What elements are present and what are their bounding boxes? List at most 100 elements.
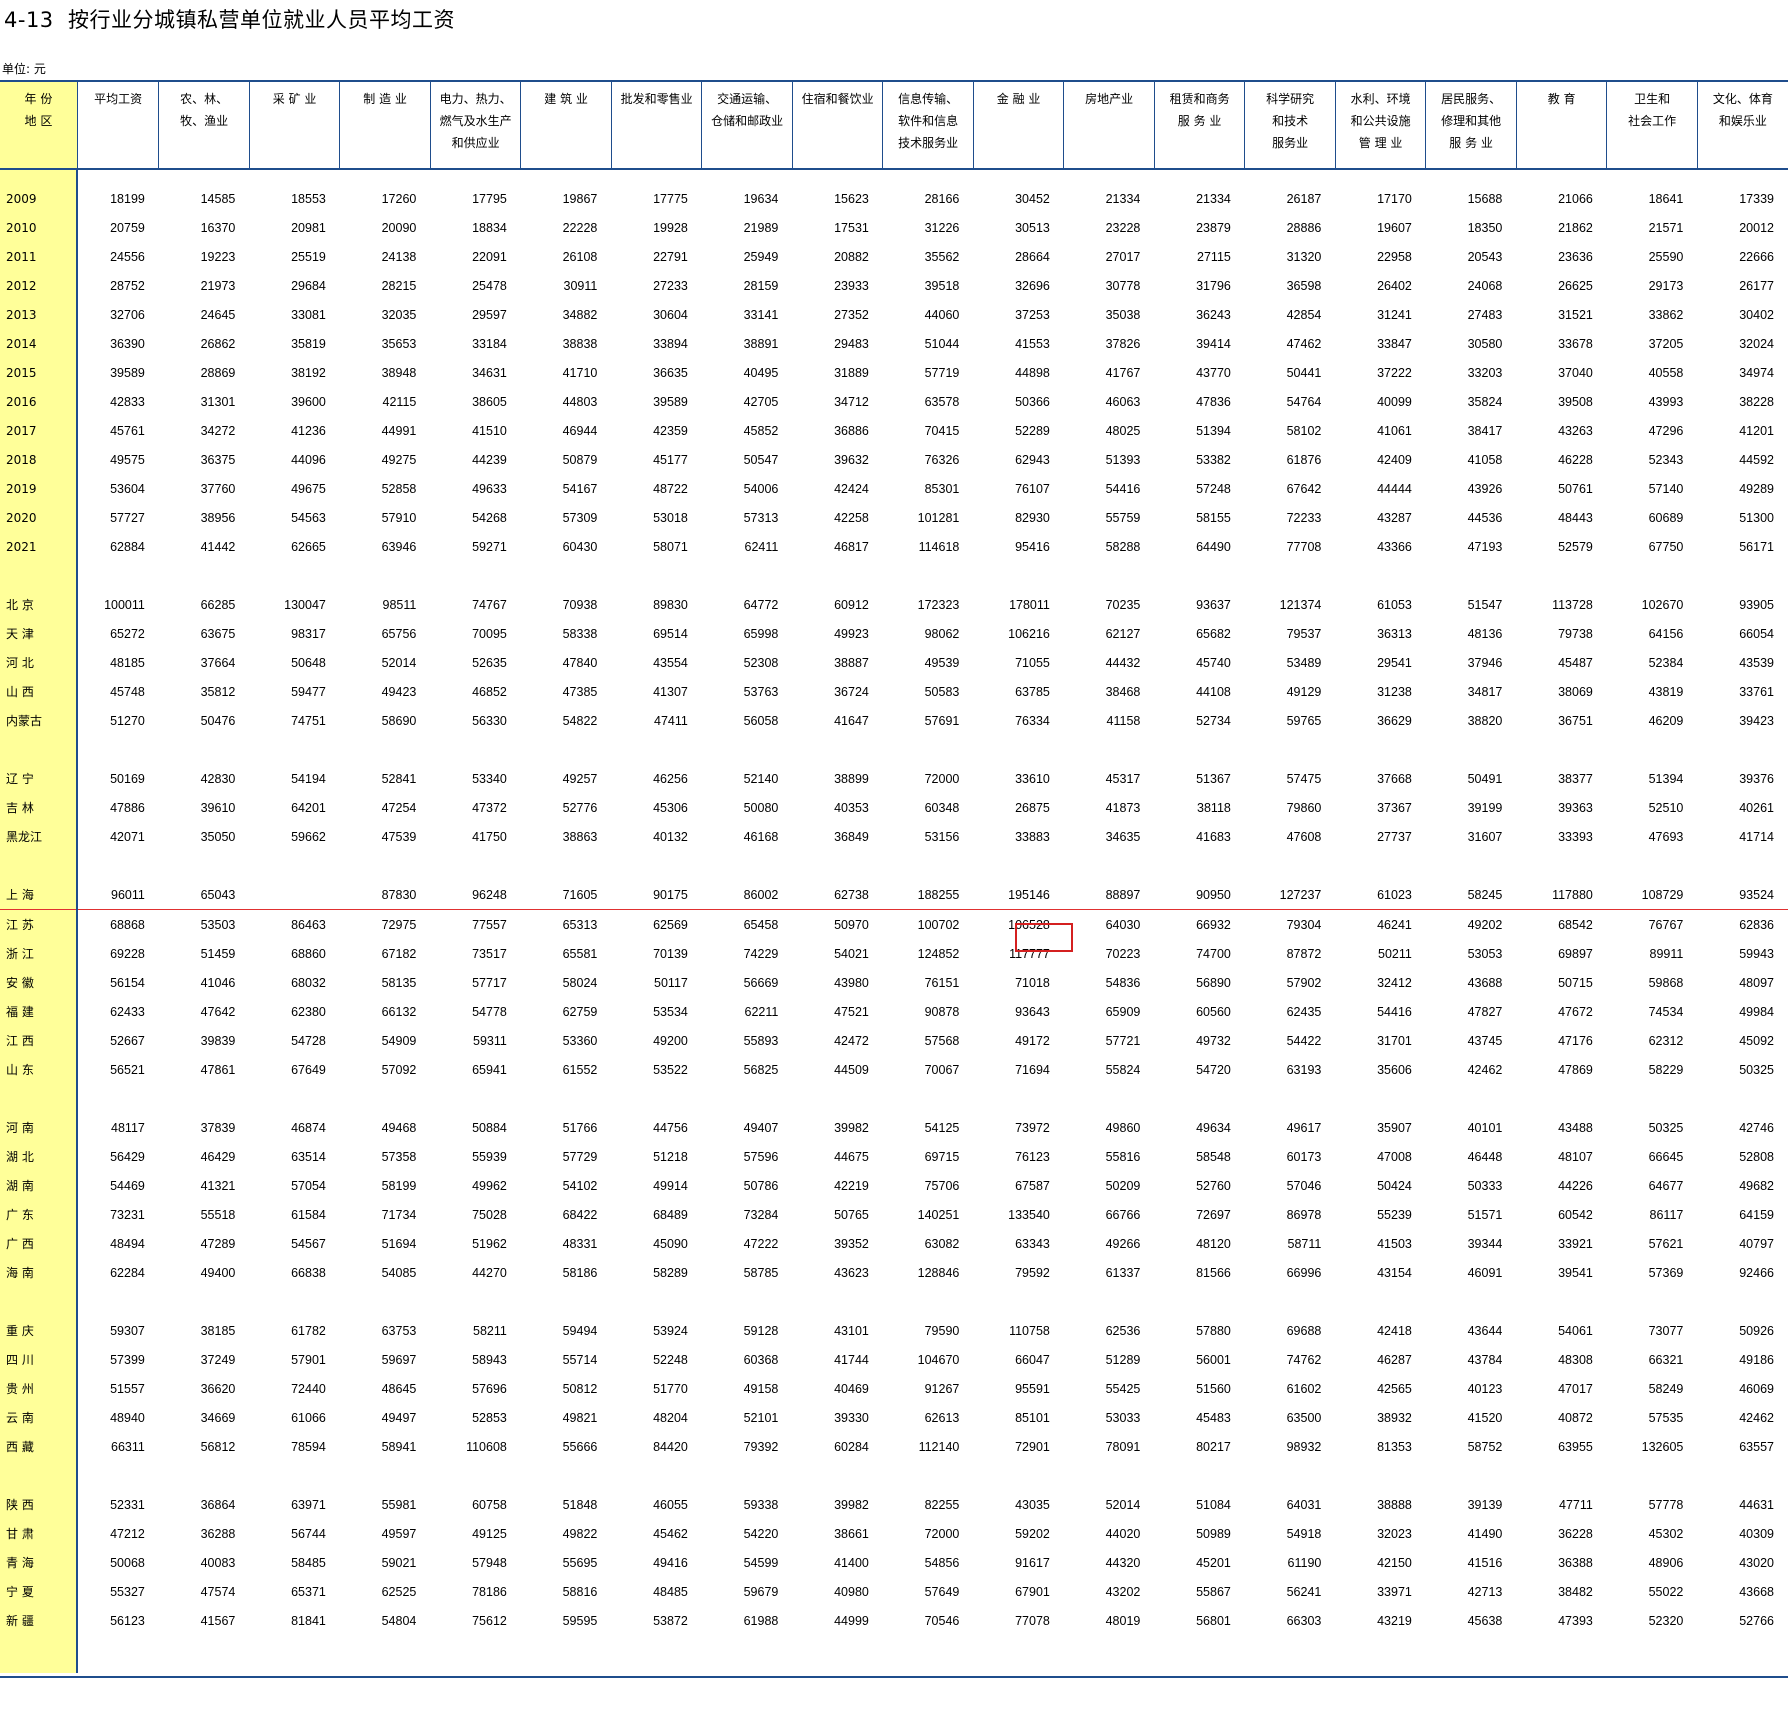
col-header-17: 教 育 — [1515, 80, 1607, 170]
table-cell: 22791 — [653, 249, 688, 264]
spacer-row — [0, 1084, 1788, 1113]
table-row: 陕 西 52331 36864 63971 55981 60758 51848 46055 59… — [0, 1490, 1788, 1519]
table-cell: 22666 — [1739, 249, 1774, 264]
spacer-cell — [0, 169, 79, 184]
table-cell: 52331 — [110, 1497, 145, 1512]
table-cell: 19867 — [562, 191, 598, 206]
table-cell: 41321 — [200, 1178, 236, 1193]
spacer-cell — [1426, 851, 1517, 880]
table-cell: 41236 — [291, 423, 326, 438]
table-cell: 48136 — [1467, 626, 1503, 641]
table-cell: 44444 — [1377, 481, 1412, 496]
table-cell: 47462 — [1286, 336, 1322, 351]
table-cell: 47289 — [200, 1236, 236, 1251]
table-row: 江 苏 68868 53503 86463 72975 77557 65313 62569 65… — [0, 909, 1788, 939]
table-cell: 51084 — [1196, 1497, 1231, 1512]
table-cell: 17170 — [1377, 191, 1412, 206]
col-header-8: 交通运输、 仓储和邮政业 — [701, 80, 793, 170]
spacer-cell — [1516, 169, 1607, 184]
table-cell: 46817 — [834, 539, 869, 554]
table-cell: 40101 — [1467, 1120, 1503, 1135]
table-cell: 66766 — [1105, 1207, 1141, 1222]
col-header-line: 农、林、 — [180, 92, 229, 106]
table-cell: 39982 — [834, 1120, 869, 1135]
table-title: 按行业分城镇私营单位就业人员平均工资 — [68, 8, 455, 32]
table-cell: 50068 — [110, 1555, 145, 1570]
table-cell: 34635 — [1105, 829, 1141, 844]
table-cell: 50325 — [1739, 1062, 1774, 1077]
table-cell: 59128 — [743, 1323, 779, 1338]
table-cell: 48120 — [1196, 1236, 1231, 1251]
table-cell: 50970 — [834, 917, 869, 932]
table-cell: 61337 — [1105, 1265, 1141, 1280]
table-cell: 38377 — [1558, 771, 1593, 786]
spacer-cell — [1154, 1635, 1245, 1673]
col-header-15: 水利、环境 和公共设施管 理 业 — [1334, 80, 1426, 170]
table-cell: 33678 — [1558, 336, 1593, 351]
table-cell: 54567 — [291, 1236, 326, 1251]
table-cell: 40797 — [1739, 1236, 1774, 1251]
table-cell: 78091 — [1105, 1439, 1141, 1454]
page-title: 4-13 按行业分城镇私营单位就业人员平均工资 — [4, 4, 455, 34]
table-cell: 64031 — [1286, 1497, 1322, 1512]
table-cell: 33761 — [1739, 684, 1774, 699]
table-cell: 51557 — [110, 1381, 145, 1396]
table-cell: 45761 — [110, 423, 145, 438]
spacer-cell — [1154, 169, 1245, 184]
table-cell: 36375 — [200, 452, 236, 467]
table-cell: 38605 — [472, 394, 507, 409]
spacer-cell — [702, 1084, 793, 1113]
table-cell: 58941 — [381, 1439, 417, 1454]
table-cell: 98511 — [382, 597, 417, 612]
row-label: 2010 — [0, 213, 79, 242]
table-row: 2009 18199 14585 18553 17260 17795 19867 17775 1… — [0, 184, 1788, 213]
table-cell: 52343 — [1648, 452, 1684, 467]
table-cell: 22228 — [562, 220, 598, 235]
table-row: 2011 24556 19223 25519 24138 22091 26108 22791 2… — [0, 242, 1788, 271]
spacer-cell — [883, 851, 974, 880]
table-cell: 43366 — [1377, 539, 1412, 554]
spacer-cell — [611, 169, 702, 184]
table-cell: 57369 — [1648, 1265, 1684, 1280]
table-row: 贵 州 51557 36620 72440 48645 57696 50812 51770 49… — [0, 1374, 1788, 1403]
table-cell: 72975 — [381, 917, 417, 932]
table-cell: 102670 — [1641, 597, 1684, 612]
table-cell: 51766 — [562, 1120, 598, 1135]
row-label: 2013 — [0, 300, 79, 329]
table-cell: 36620 — [200, 1381, 236, 1396]
table-cell: 52579 — [1558, 539, 1593, 554]
table-cell: 49129 — [1286, 684, 1322, 699]
table-cell: 79738 — [1558, 626, 1593, 641]
table-cell: 95416 — [1015, 539, 1050, 554]
spacer-cell — [1697, 169, 1788, 184]
table-cell: 58711 — [1287, 1236, 1322, 1251]
spacer-cell — [1607, 735, 1698, 764]
col-header-line: 信息传输、 — [898, 92, 959, 106]
spacer-row — [0, 1287, 1788, 1316]
col-header-line: 住宿和餐饮业 — [801, 92, 874, 106]
spacer-cell — [1335, 851, 1426, 880]
table-cell: 14585 — [200, 191, 236, 206]
table-cell: 34817 — [1467, 684, 1503, 699]
spacer-cell — [159, 851, 250, 880]
table-cell: 35812 — [200, 684, 236, 699]
row-label: 云 南 — [0, 1403, 79, 1432]
table-cell: 48494 — [110, 1236, 145, 1251]
table-cell: 38468 — [1105, 684, 1141, 699]
table-cell: 38932 — [1377, 1410, 1412, 1425]
table-cell: 50583 — [924, 684, 960, 699]
table-cell: 56123 — [110, 1613, 145, 1628]
spacer-cell — [0, 1461, 79, 1490]
table-cell: 45306 — [653, 800, 688, 815]
table-cell: 27352 — [834, 307, 869, 322]
table-cell: 50715 — [1558, 975, 1593, 990]
table-cell: 17775 — [653, 191, 688, 206]
col-header-12: 房地产业 — [1063, 80, 1155, 170]
spacer-cell — [1607, 1461, 1698, 1490]
row-label: 2016 — [0, 387, 79, 416]
table-cell: 53503 — [200, 917, 236, 932]
table-cell: 62435 — [1286, 1004, 1322, 1019]
table-cell: 68489 — [653, 1207, 688, 1222]
data-sheet: 年 份地 区 平均工资 农、林、 牧、渔业 采 矿 业 制 造 业 电力、热力、 燃气及水生产… — [0, 80, 1788, 1676]
spacer-cell — [973, 1635, 1064, 1673]
